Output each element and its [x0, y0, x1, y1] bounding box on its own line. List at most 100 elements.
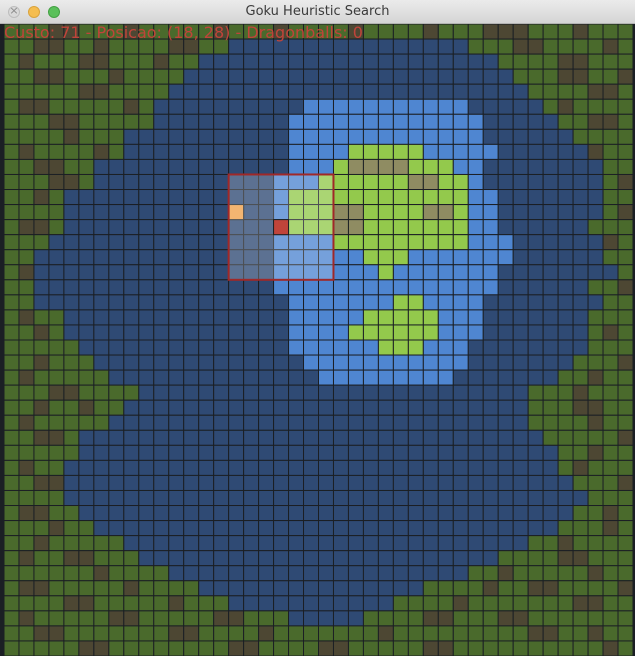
water-cell	[482, 429, 499, 446]
water-cell	[153, 339, 170, 356]
water-cell	[243, 505, 260, 522]
grass-cell	[572, 429, 589, 446]
water-cell	[332, 459, 349, 476]
water-cell	[243, 369, 260, 386]
water-cell	[392, 580, 409, 597]
water-cell	[303, 399, 319, 416]
water-cell	[542, 219, 559, 236]
water-cell	[482, 98, 499, 115]
water-cell	[452, 369, 469, 386]
water-cell	[138, 158, 155, 175]
grass-cell	[587, 429, 604, 446]
water-cell	[407, 550, 424, 567]
water-cell	[183, 158, 200, 175]
water-cell	[93, 249, 110, 266]
water-cell	[527, 113, 544, 130]
light-water-cell	[452, 143, 469, 160]
water-cell	[377, 38, 394, 55]
grass-cell	[153, 595, 170, 612]
mountain-cell	[617, 580, 633, 597]
water-cell	[243, 128, 260, 145]
water-cell	[497, 505, 514, 522]
grass-cell	[123, 625, 140, 642]
grass-cell	[602, 339, 619, 356]
water-cell	[497, 219, 514, 236]
water-cell	[123, 249, 140, 266]
water-cell	[168, 489, 185, 507]
terrain-grid	[4, 24, 633, 656]
water-cell	[422, 550, 439, 567]
grass-cell	[78, 173, 95, 191]
light-grass-cell	[437, 189, 454, 206]
water-cell	[288, 610, 305, 627]
water-cell	[482, 414, 499, 431]
water-cell	[332, 610, 349, 627]
water-cell	[452, 38, 469, 55]
water-cell	[303, 580, 319, 597]
water-cell	[377, 474, 394, 491]
water-cell	[183, 505, 200, 522]
grass-cell	[78, 113, 95, 130]
light-grass-cell	[377, 189, 394, 206]
mountain-cell	[123, 610, 140, 627]
mountain-cell	[78, 595, 95, 612]
grass-cell	[602, 98, 619, 115]
grass-cell	[4, 219, 20, 236]
water-cell	[123, 309, 140, 326]
water-cell	[288, 444, 305, 461]
water-cell	[422, 565, 439, 582]
water-cell	[557, 143, 574, 160]
grass-cell	[153, 640, 170, 656]
grass-cell	[48, 535, 65, 552]
light-grass-cell	[392, 234, 409, 251]
grass-cell	[48, 98, 65, 115]
light-grass-cell	[362, 249, 379, 266]
light-water-cell	[392, 113, 409, 130]
grass-cell	[18, 158, 35, 175]
grass-cell	[557, 640, 574, 656]
grass-cell	[18, 324, 35, 341]
grass-cell	[108, 83, 125, 100]
water-cell	[228, 444, 245, 461]
light-water-cell	[347, 294, 364, 311]
grass-cell	[512, 68, 529, 85]
water-cell	[123, 489, 140, 507]
grass-cell	[587, 505, 604, 522]
water-cell	[228, 369, 245, 386]
water-cell	[497, 264, 514, 281]
light-water-cell	[452, 294, 469, 311]
light-grass-cell	[422, 309, 439, 326]
water-cell	[407, 53, 424, 70]
water-cell	[497, 354, 514, 371]
water-cell	[512, 354, 529, 371]
water-cell	[422, 429, 439, 446]
grass-cell	[557, 399, 574, 416]
grass-cell	[4, 595, 20, 612]
light-grass-cell	[377, 204, 394, 221]
mountain-cell	[18, 309, 35, 326]
mountain-cell	[78, 640, 95, 656]
mountain-cell	[587, 444, 604, 461]
light-water-cell	[437, 264, 454, 281]
grass-cell	[587, 128, 604, 145]
water-cell	[497, 309, 514, 326]
grass-cell	[542, 38, 559, 55]
water-cell	[213, 53, 230, 70]
grass-cell	[138, 83, 155, 100]
water-cell	[138, 369, 155, 386]
grass-cell	[557, 520, 574, 537]
grass-cell	[138, 53, 155, 70]
mountain-cell	[93, 83, 110, 100]
grass-cell	[527, 640, 544, 656]
grass-cell	[48, 489, 65, 507]
grass-cell	[33, 339, 50, 356]
grass-cell	[4, 489, 20, 507]
water-cell	[362, 520, 379, 537]
light-water-cell	[347, 98, 364, 115]
water-cell	[213, 550, 230, 567]
grass-cell	[4, 264, 20, 281]
water-cell	[213, 505, 230, 522]
water-cell	[452, 520, 469, 537]
water-cell	[542, 249, 559, 266]
water-cell	[273, 459, 290, 476]
